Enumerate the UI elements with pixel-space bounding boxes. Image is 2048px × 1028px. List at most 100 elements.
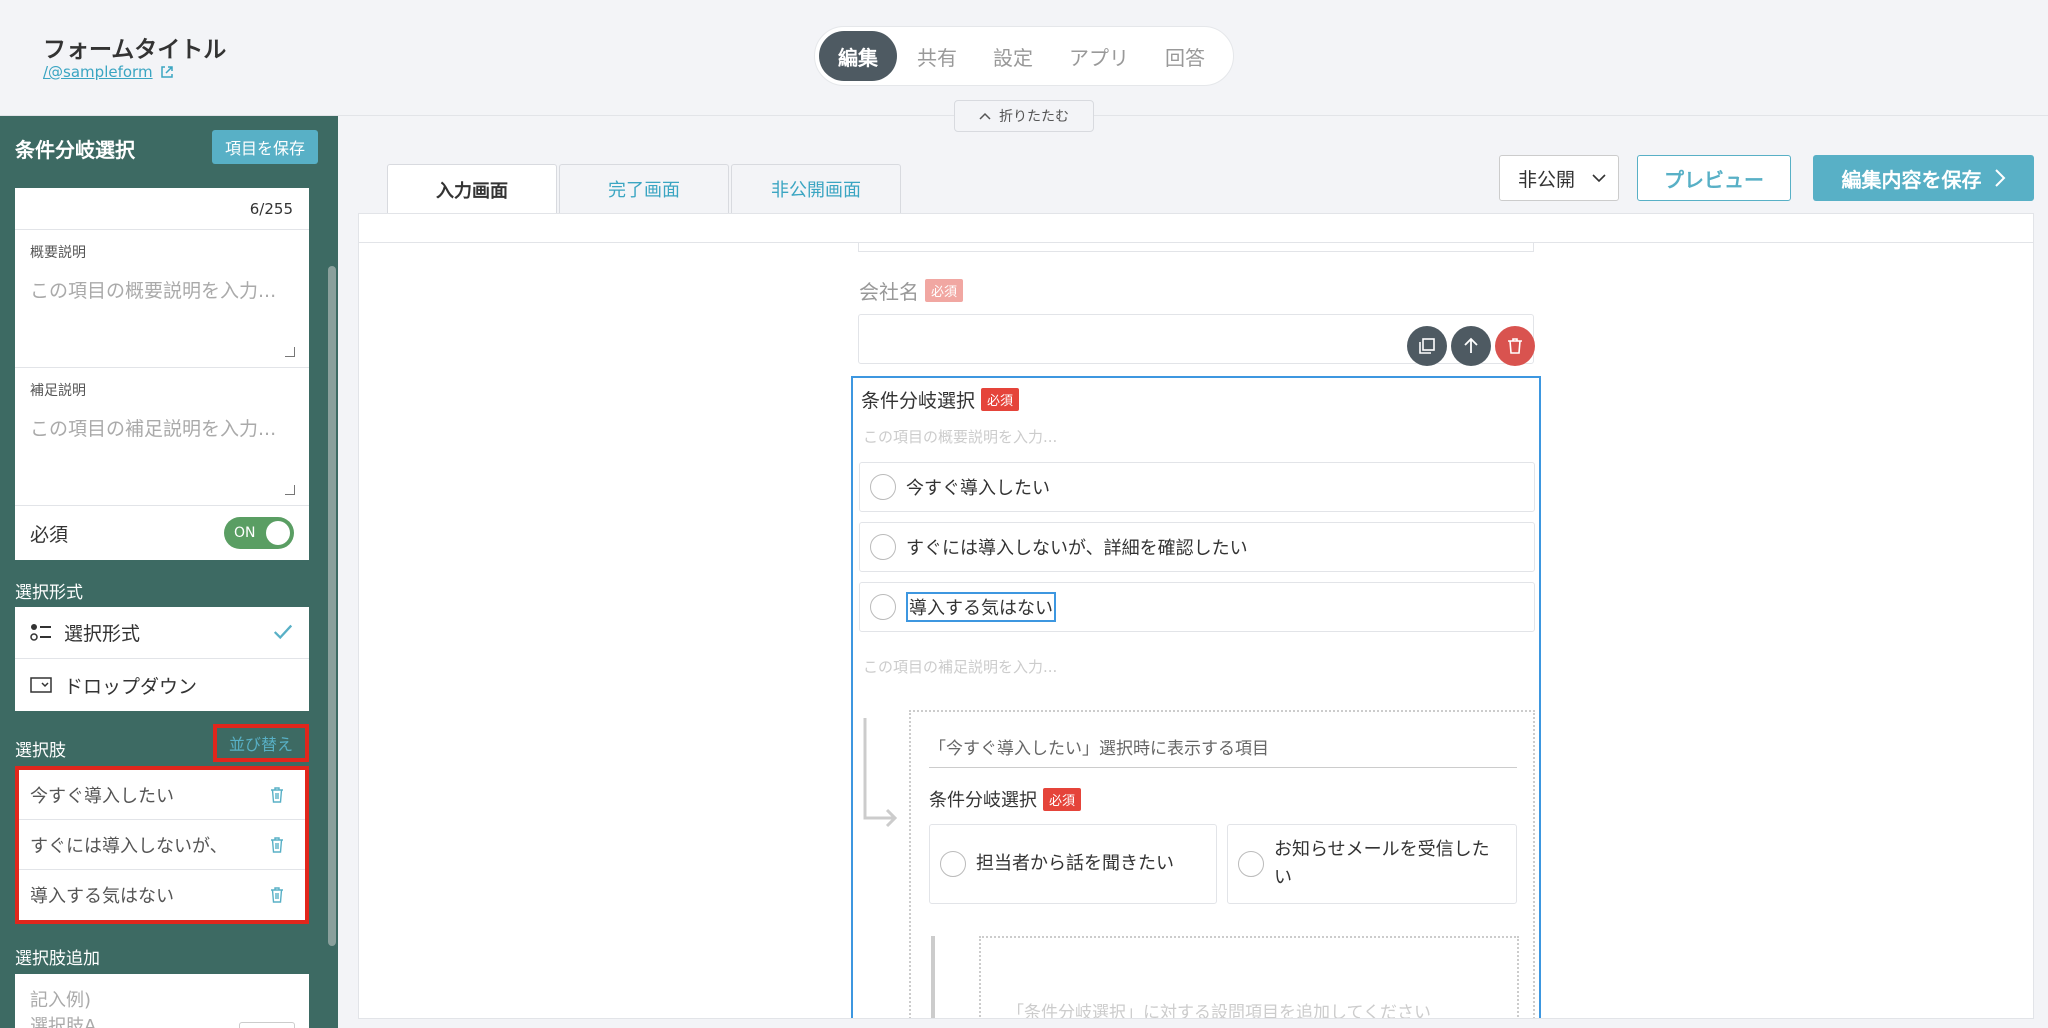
nav-apps[interactable]: アプリ [1053, 31, 1145, 81]
required-badge: 必須 [981, 388, 1020, 411]
trash-icon[interactable] [269, 836, 285, 854]
resize-handle-icon[interactable] [285, 485, 295, 495]
main-nav: 編集 共有 設定 アプリ 回答 [814, 26, 1234, 86]
format-option-dropdown[interactable]: ドロップダウン [15, 659, 309, 711]
branch-option[interactable]: お知らせメールを受信したい [1227, 824, 1517, 904]
nav-responses[interactable]: 回答 [1149, 31, 1221, 81]
nav-edit[interactable]: 編集 [819, 31, 897, 81]
required-row: 必須 ON [15, 506, 309, 560]
question-title: 条件分岐選択 必須 [861, 386, 1020, 413]
tab-input-screen[interactable]: 入力画面 [387, 164, 557, 214]
add-choice-button[interactable] [239, 1022, 295, 1028]
format-option-label: 選択形式 [64, 623, 141, 645]
nav-settings[interactable]: 設定 [977, 31, 1049, 81]
add-choice-textarea[interactable]: 記入例) 選択肢A [15, 974, 309, 1028]
delete-button[interactable] [1495, 326, 1535, 366]
format-option-radio[interactable]: 選択形式 [15, 607, 309, 659]
question-title-text: 条件分岐選択 [861, 390, 976, 412]
list-radio-icon [30, 623, 51, 641]
question-description[interactable]: この項目の概要説明を入力... [863, 426, 1057, 447]
form-canvas: 会社名 必須 条件分岐選択 必須 この項目の概要説明を入力... 今すぐ導入した… [358, 213, 2034, 1019]
toggle-label: ON [234, 525, 256, 541]
branch-option-label: 担当者から話を聞きたい [976, 853, 1174, 874]
collapse-button[interactable]: 折りたたむ [954, 100, 1094, 132]
option-row[interactable]: 今すぐ導入したい [859, 462, 1535, 512]
summary-label: 概要説明 [30, 245, 86, 261]
toggle-knob [266, 521, 290, 545]
chevron-down-icon [1592, 174, 1606, 183]
choice-item[interactable]: 導入する気はない [19, 870, 305, 920]
choices-section-label: 選択肢 [15, 741, 66, 761]
radio-button[interactable] [870, 534, 896, 560]
save-item-button[interactable]: 項目を保存 [212, 130, 318, 164]
save-edits-label: 編集内容を保存 [1841, 167, 1982, 192]
resize-handle-icon[interactable] [285, 347, 295, 357]
choice-label[interactable]: 今すぐ導入したい [30, 782, 174, 808]
item-detail-card: 6/255 概要説明 この項目の概要説明を入力... 補足説明 この項目の補足説… [15, 188, 309, 560]
company-label: 会社名 [859, 280, 919, 304]
arrow-up-icon [1464, 337, 1478, 353]
choice-item[interactable]: すぐには導入しないが、 [19, 820, 305, 870]
tab-private-screen[interactable]: 非公開画面 [731, 164, 901, 213]
form-url-link[interactable]: /@sampleform [43, 63, 175, 81]
option-label[interactable]: 導入する気はない [906, 592, 1056, 622]
previous-field-edge [858, 242, 1534, 252]
supplement-field: 補足説明 この項目の補足説明を入力... [15, 368, 309, 506]
duplicate-button[interactable] [1407, 326, 1447, 366]
form-url-text[interactable]: /@sampleform [43, 63, 153, 81]
trash-icon[interactable] [269, 786, 285, 804]
radio-button[interactable] [1238, 851, 1264, 877]
radio-button[interactable] [870, 594, 896, 620]
item-settings-sidebar: 条件分岐選択 項目を保存 6/255 概要説明 この項目の概要説明を入力... … [0, 116, 338, 1028]
question-supplement[interactable]: この項目の補足説明を入力... [863, 656, 1057, 677]
nested-branch-line [931, 936, 935, 1018]
trash-icon [1508, 338, 1522, 354]
option-row[interactable]: すぐには導入しないが、詳細を確認したい [859, 522, 1535, 572]
radio-button[interactable] [940, 851, 966, 877]
branch-question-text: 条件分岐選択 [929, 790, 1037, 811]
sort-choices-button[interactable]: 並び替え [213, 724, 309, 762]
check-icon [273, 624, 293, 640]
external-link-icon [160, 66, 173, 78]
choice-item[interactable]: 今すぐ導入したい [19, 770, 305, 820]
format-section-label: 選択形式 [15, 583, 83, 603]
save-edits-button[interactable]: 編集内容を保存 [1813, 155, 2034, 201]
required-toggle[interactable]: ON [224, 517, 294, 549]
sidebar-scrollbar[interactable] [328, 266, 336, 946]
branch-option[interactable]: 担当者から話を聞きたい [929, 824, 1217, 904]
choice-label[interactable]: すぐには導入しないが、 [30, 832, 228, 858]
tab-complete-screen[interactable]: 完了画面 [559, 164, 729, 213]
app-header: フォームタイトル /@sampleform 編集 共有 設定 アプリ 回答 [0, 0, 2048, 116]
nested-drop-zone[interactable]: 「条件分岐選択」に対する設問項目を追加してください [979, 936, 1519, 1019]
choice-label[interactable]: 導入する気はない [30, 882, 174, 908]
summary-field: 概要説明 この項目の概要説明を入力... [15, 230, 309, 368]
radio-button[interactable] [870, 474, 896, 500]
nav-share[interactable]: 共有 [901, 31, 973, 81]
add-choice-section-label: 選択肢追加 [15, 949, 100, 969]
summary-textarea[interactable]: この項目の概要説明を入力... [15, 262, 309, 368]
company-question-title: 会社名 必須 [859, 276, 964, 305]
branch-option-label: お知らせメールを受信したい [1274, 839, 1490, 888]
collapse-label: 折りたたむ [999, 109, 1069, 125]
required-label: 必須 [30, 523, 69, 546]
branch-container: 「今すぐ導入したい」選択時に表示する項目 条件分岐選択 必須 担当者から話を聞き… [909, 710, 1535, 1019]
format-option-label: ドロップダウン [64, 675, 198, 698]
sidebar-title: 条件分岐選択 [15, 138, 135, 162]
option-row[interactable]: 導入する気はない [859, 582, 1535, 632]
branch-arrow-icon [863, 718, 898, 828]
copy-icon [1419, 338, 1435, 354]
screen-tabs: 入力画面 完了画面 非公開画面 [387, 164, 901, 214]
selected-question-block[interactable]: 条件分岐選択 必須 この項目の概要説明を入力... 今すぐ導入したい すぐには導… [851, 376, 1541, 1019]
supplement-textarea[interactable]: この項目の補足説明を入力... [15, 400, 309, 506]
nested-placeholder: 「条件分岐選択」に対する設問項目を追加してください [1007, 1003, 1431, 1019]
form-title: フォームタイトル [43, 37, 227, 63]
visibility-value: 非公開 [1518, 168, 1576, 191]
branch-question-title: 条件分岐選択 必須 [929, 786, 1082, 812]
visibility-select[interactable]: 非公開 [1499, 155, 1619, 201]
option-label: すぐには導入しないが、詳細を確認したい [906, 538, 1248, 559]
preview-button[interactable]: プレビュー [1637, 155, 1791, 201]
chevron-up-icon [979, 112, 991, 120]
trash-icon[interactable] [269, 886, 285, 904]
choices-list: 今すぐ導入したい すぐには導入しないが、 導入する気はない [15, 766, 309, 924]
move-up-button[interactable] [1451, 326, 1491, 366]
